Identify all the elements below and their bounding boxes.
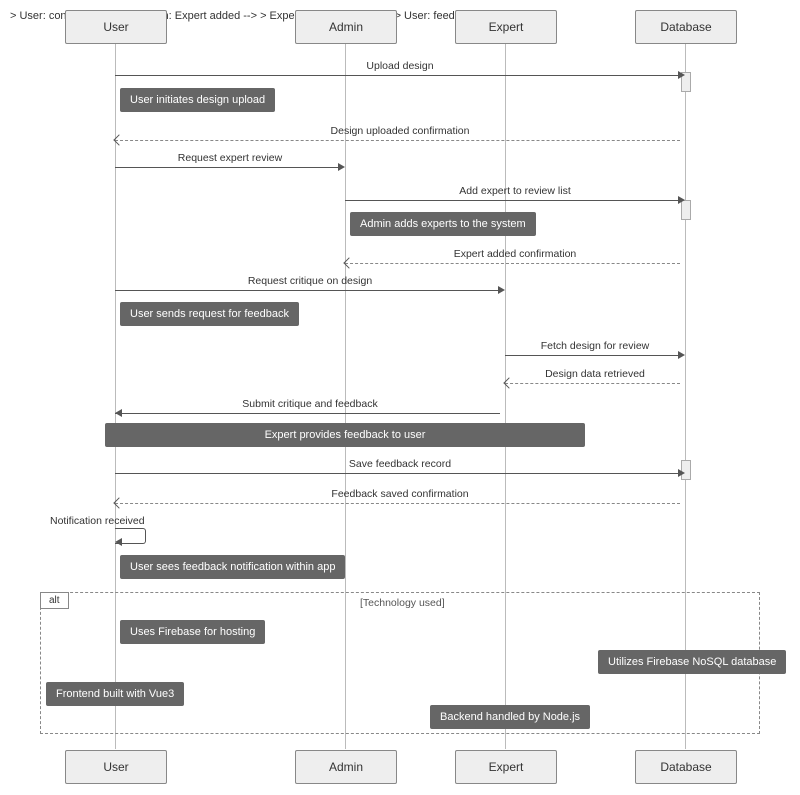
note-box: Expert provides feedback to user [105,423,585,447]
note-text: Admin adds experts to the system [360,218,526,230]
note-box: Backend handled by Node.js [430,705,590,729]
message-label: Upload design [120,60,680,74]
note-box: User initiates design upload [120,88,275,112]
message-line [505,383,680,384]
actor-label: Expert [489,760,524,774]
message-label: Design uploaded confirmation [120,125,680,139]
arrow-right-icon [678,71,685,79]
message-label: Fetch design for review [510,340,680,354]
actor-expert-bottom: Expert [455,750,557,784]
alt-label: alt [40,592,69,609]
actor-label: Expert [489,20,524,34]
actor-database-top: Database [635,10,737,44]
arrow-right-icon [338,163,345,171]
arrow-right-icon [678,196,685,204]
message-line [345,263,680,264]
actor-label: User [103,760,128,774]
note-text: Backend handled by Node.js [440,711,580,723]
actor-label: Database [660,760,711,774]
note-box: Frontend built with Vue3 [46,682,184,706]
note-box: User sends request for feedback [120,302,299,326]
note-text: Utilizes Firebase NoSQL database [608,656,776,668]
message-label: Submit critique and feedback [120,398,500,412]
actor-user-top: User [65,10,167,44]
actor-label: Admin [329,760,363,774]
note-box: Uses Firebase for hosting [120,620,265,644]
actor-user-bottom: User [65,750,167,784]
note-text: Frontend built with Vue3 [56,688,174,700]
message-label: Notification received [50,515,180,529]
message-line [115,473,678,474]
alt-label-text: alt [49,595,60,606]
message-label: Save feedback record [120,458,680,472]
actor-admin-top: Admin [295,10,397,44]
actor-label: Admin [329,20,363,34]
message-line [115,75,678,76]
message-label: Design data retrieved [510,368,680,382]
message-label: Feedback saved confirmation [120,488,680,502]
note-text: User sends request for feedback [130,308,289,320]
alt-title: [Technology used] [360,597,445,609]
note-box: User sees feedback notification within a… [120,555,345,579]
arrow-right-icon [678,351,685,359]
note-text: User sees feedback notification within a… [130,561,335,573]
message-line [115,503,680,504]
actor-database-bottom: Database [635,750,737,784]
message-line [115,167,340,168]
message-label: Request expert review [120,152,340,166]
message-label: Request critique on design [120,275,500,289]
message-label: Expert added confirmation [350,248,680,262]
arrow-right-icon [678,469,685,477]
arrow-left-icon [115,538,122,546]
note-box: Admin adds experts to the system [350,212,536,236]
note-text: Expert provides feedback to user [265,429,426,441]
actor-expert-top: Expert [455,10,557,44]
actor-admin-bottom: Admin [295,750,397,784]
arrow-left-icon [115,409,122,417]
message-label: Add expert to review list [350,185,680,199]
note-box: Utilizes Firebase NoSQL database [598,650,786,674]
message-line [115,140,680,141]
arrow-right-icon [498,286,505,294]
message-line [115,290,500,291]
message-line [115,413,500,414]
note-text: Uses Firebase for hosting [130,626,255,638]
message-line [505,355,680,356]
sequence-diagram: User Admin Expert Database Upload design… [10,10,790,785]
actor-label: Database [660,20,711,34]
note-text: User initiates design upload [130,94,265,106]
message-line [345,200,678,201]
actor-label: User [103,20,128,34]
